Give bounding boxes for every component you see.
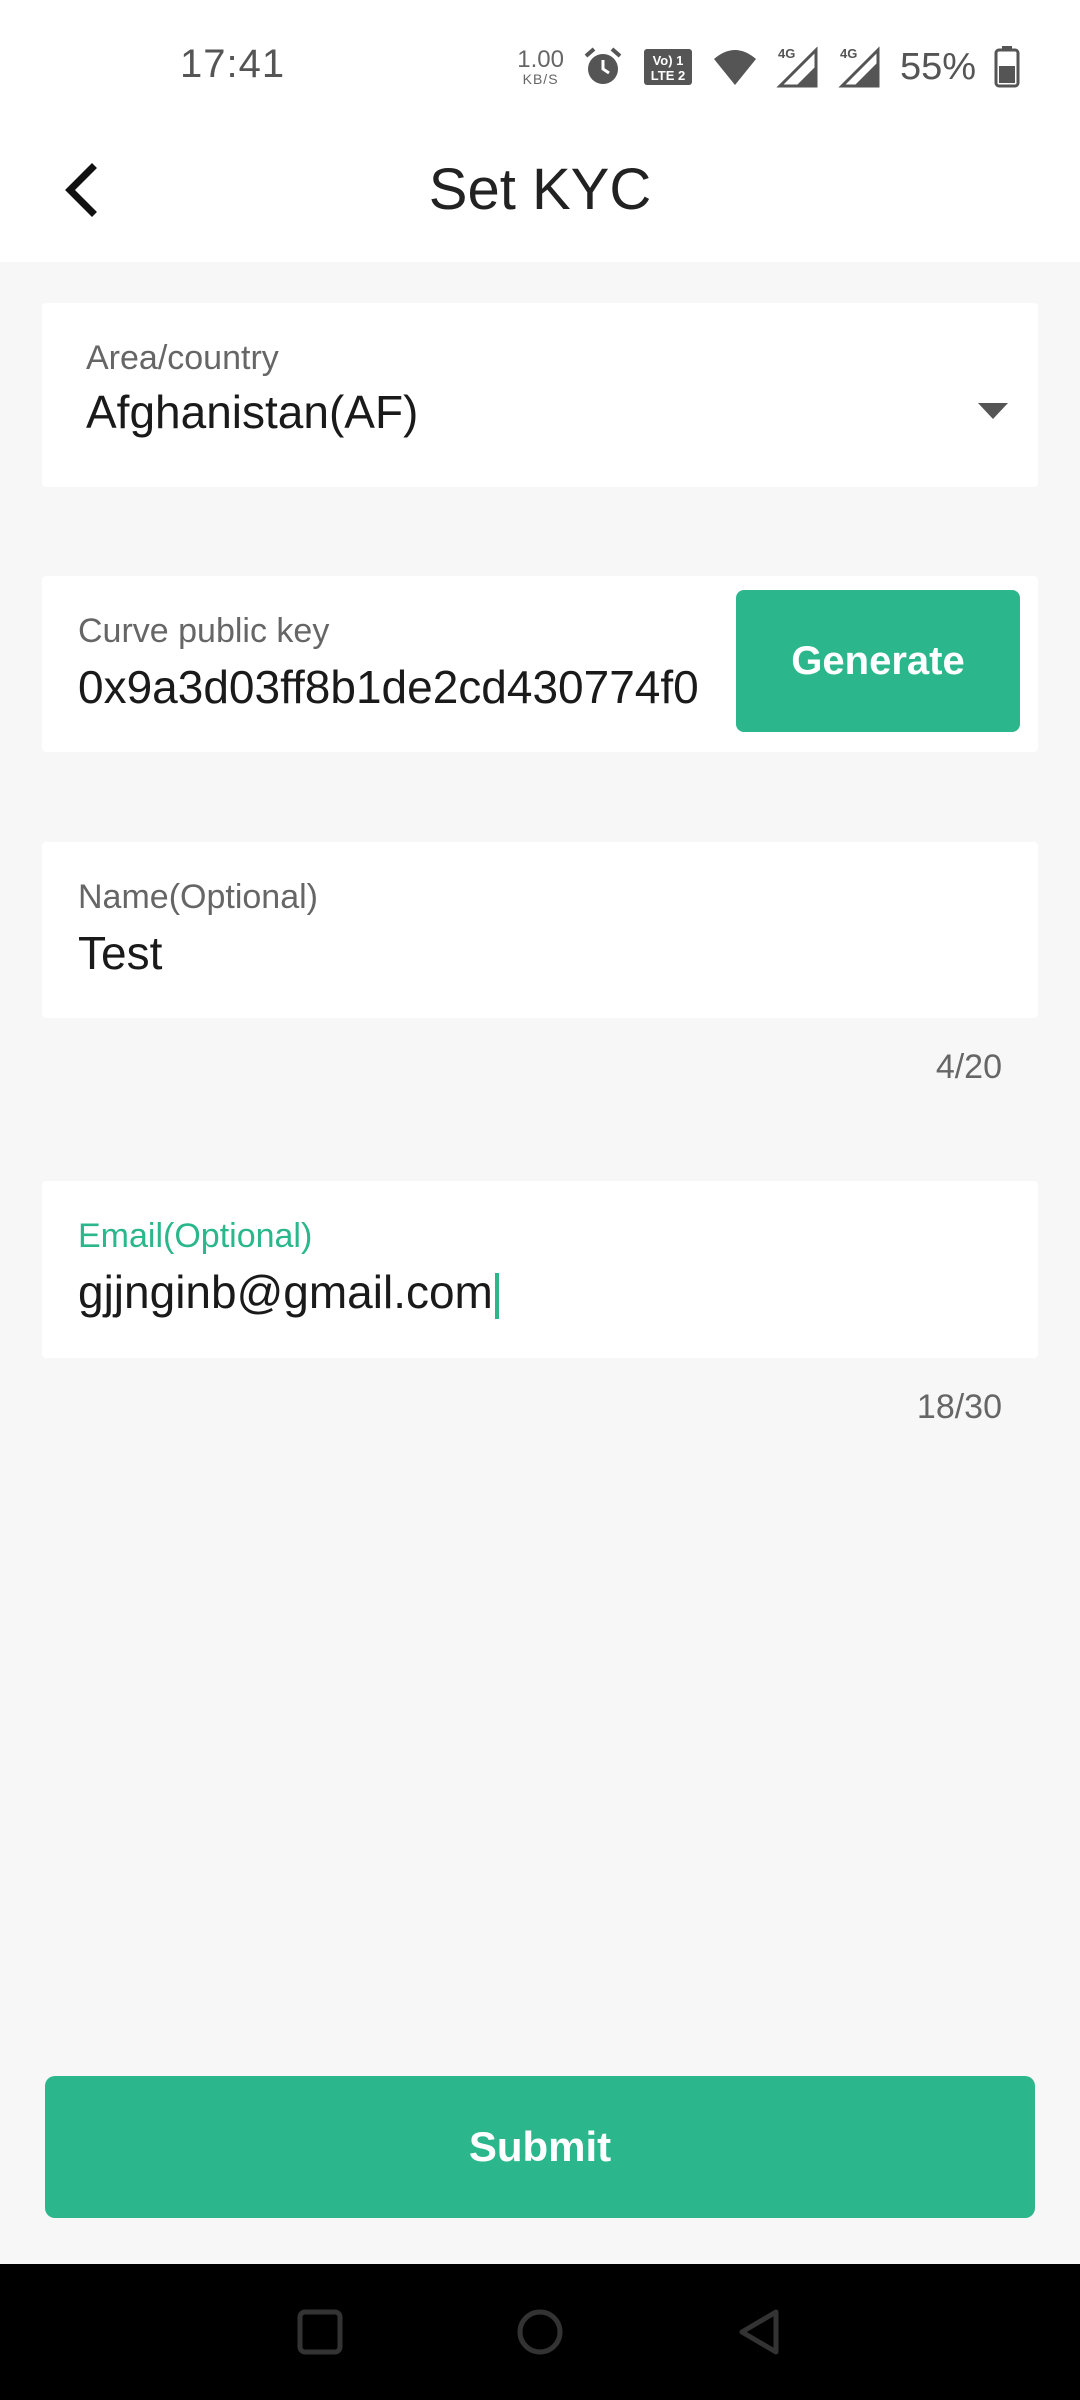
- system-nav-bar: [0, 2264, 1080, 2400]
- app-header: Set KYC: [0, 130, 1080, 262]
- volte-icon: Vo) 1 LTE 2: [642, 47, 694, 87]
- net-speed: 1.00 KB/S: [517, 46, 564, 87]
- email-label: Email(Optional): [78, 1217, 313, 1255]
- generate-button[interactable]: Generate: [736, 590, 1020, 732]
- svg-text:Vo) 1: Vo) 1: [653, 53, 684, 68]
- status-time: 17:41: [180, 42, 286, 86]
- email-input-wrapper[interactable]: gjjnginb@gmail.com: [78, 1265, 499, 1319]
- signal-icon: 4G: [776, 46, 820, 88]
- signal-icon: 4G: [838, 46, 882, 88]
- triangle-back-icon: [739, 2309, 779, 2355]
- home-button[interactable]: [510, 2302, 570, 2362]
- recent-apps-button[interactable]: [290, 2302, 350, 2362]
- back-nav-button[interactable]: [730, 2302, 790, 2362]
- country-selector[interactable]: Area/country Afghanistan(AF): [42, 303, 1038, 487]
- status-icons: 1.00 KB/S Vo) 1 LTE 2 4G 4G 55%: [517, 42, 1020, 92]
- public-key-field: Curve public key 0x9a3d03ff8b1de2cd43077…: [42, 576, 1038, 752]
- text-cursor: [494, 1272, 499, 1319]
- signal-label-1: 4G: [778, 46, 795, 61]
- email-field[interactable]: Email(Optional) gjjnginb@gmail.com: [42, 1181, 1038, 1358]
- name-field[interactable]: Name(Optional) Test: [42, 842, 1038, 1018]
- circle-icon: [517, 2309, 563, 2355]
- battery-percent: 55%: [899, 45, 976, 88]
- square-icon: [297, 2309, 343, 2355]
- public-key-input[interactable]: 0x9a3d03ff8b1de2cd430774f0: [78, 660, 699, 714]
- status-bar: 17:41 1.00 KB/S Vo) 1 LTE 2 4G 4G 55%: [0, 0, 1080, 130]
- public-key-label: Curve public key: [78, 612, 330, 650]
- net-speed-unit: KB/S: [522, 71, 559, 87]
- email-char-counter: 18/30: [916, 1388, 1002, 1426]
- name-char-counter: 4/20: [935, 1048, 1002, 1086]
- submit-button[interactable]: Submit: [45, 2076, 1035, 2218]
- email-input[interactable]: gjjnginb@gmail.com: [78, 1266, 493, 1318]
- alarm-icon: [582, 46, 624, 88]
- country-value: Afghanistan(AF): [86, 386, 419, 438]
- net-speed-value: 1.00: [517, 46, 564, 73]
- signal-label-2: 4G: [840, 46, 857, 61]
- name-input[interactable]: Test: [78, 926, 162, 980]
- page-title: Set KYC: [428, 157, 652, 222]
- name-label: Name(Optional): [78, 878, 318, 916]
- svg-text:LTE 2: LTE 2: [651, 68, 685, 83]
- battery-icon: [994, 46, 1020, 88]
- dropdown-arrow-icon: [978, 403, 1008, 419]
- wifi-icon: [712, 47, 758, 87]
- country-label: Area/country: [86, 339, 279, 377]
